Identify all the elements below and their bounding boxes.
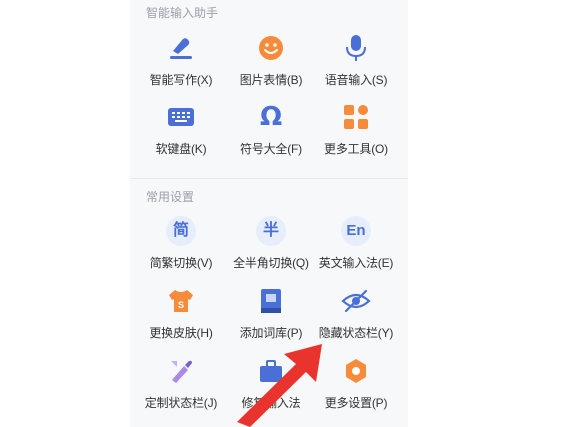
more-tools-label: 更多工具(O) [324, 142, 388, 156]
custom-status-bar-button[interactable]: 定制状态栏(J) [135, 356, 227, 426]
english-input-label: 英文输入法(E) [318, 256, 394, 270]
keyboard-icon [166, 102, 196, 132]
change-skin-label: 更换皮肤(H) [149, 326, 213, 340]
trad-simp-toggle-button[interactable]: 简 简繁切换(V) [135, 216, 227, 286]
section-title-settings: 常用设置 [146, 190, 195, 204]
voice-input-label: 语音输入(S) [324, 73, 388, 87]
section-divider [130, 178, 408, 179]
smart-write-label: 智能写作(X) [149, 73, 213, 87]
smart-write-button[interactable]: 智能写作(X) [135, 33, 227, 103]
section-title-assistant: 智能输入助手 [146, 6, 219, 20]
change-skin-button[interactable]: S 更换皮肤(H) [135, 286, 227, 356]
gear-icon [341, 356, 371, 386]
half-width-icon: 半 [256, 216, 286, 246]
english-icon: En [341, 216, 371, 246]
soft-keyboard-button[interactable]: 软键盘(K) [135, 102, 227, 172]
book-icon [256, 286, 286, 316]
microphone-icon [341, 33, 371, 63]
voice-input-button[interactable]: 语音输入(S) [310, 33, 402, 103]
grid-icon [341, 102, 371, 132]
full-half-width-toggle-button[interactable]: 半 全半角切换(Q) [225, 216, 317, 286]
omega-icon: Ω [259, 102, 283, 132]
svg-text:S: S [178, 300, 184, 310]
red-arrow-pointer [237, 344, 322, 427]
brush-icon [166, 356, 196, 386]
traditional-simplified-icon: 简 [166, 216, 196, 246]
english-input-button[interactable]: En 英文输入法(E) [310, 216, 402, 286]
pen-icon [166, 33, 196, 63]
smiley-icon [256, 33, 286, 63]
eye-hidden-icon [341, 286, 371, 316]
symbols-button[interactable]: Ω 符号大全(F) [225, 102, 317, 172]
soft-keyboard-label: 软键盘(K) [155, 142, 207, 156]
custom-status-bar-label: 定制状态栏(J) [144, 396, 218, 410]
more-tools-button[interactable]: 更多工具(O) [310, 102, 402, 172]
trad-simp-label: 简繁切换(V) [149, 256, 213, 270]
hide-status-bar-label: 隐藏状态栏(Y) [318, 326, 394, 340]
shirt-icon: S [166, 286, 196, 316]
emoji-button[interactable]: 图片表情(B) [225, 33, 317, 103]
